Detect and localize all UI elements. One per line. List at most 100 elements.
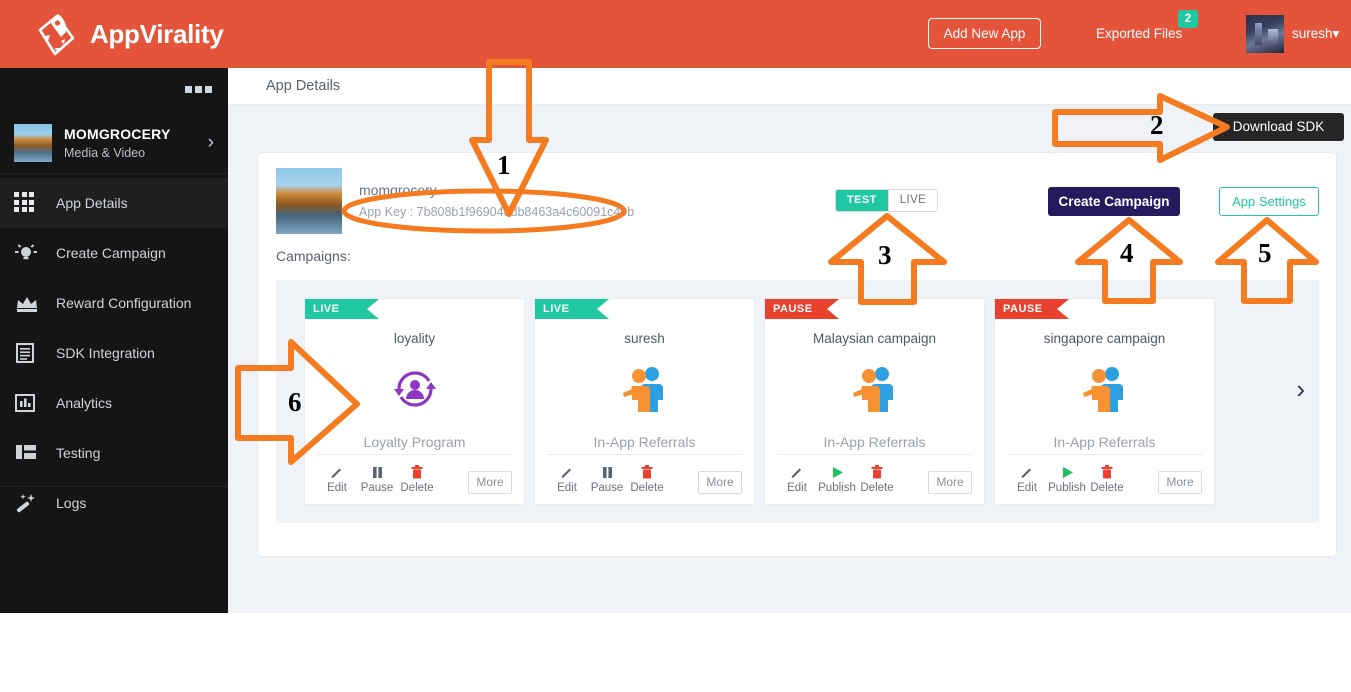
trash-icon	[627, 464, 667, 480]
campaign-card[interactable]: PAUSE Malaysian campaign In-App Referral…	[764, 298, 985, 505]
page-topbar: App Details	[228, 68, 1351, 105]
exported-files-badge: 2	[1178, 10, 1198, 28]
action-label: Publish	[818, 482, 856, 494]
magic-wand-icon	[14, 492, 44, 514]
pause-action[interactable]: Pause	[357, 464, 397, 494]
app-key: App Key : 7b808b1f969048db8463a4c60091c4…	[359, 205, 635, 219]
edit-action[interactable]: Edit	[547, 464, 587, 494]
trash-icon	[397, 464, 437, 480]
campaign-actions: Edit Pause Delete More	[317, 454, 512, 494]
document-icon	[14, 342, 44, 364]
app-details-panel: momgrocery App Key : 7b808b1f969048db846…	[257, 152, 1337, 557]
pencil-icon	[547, 464, 587, 480]
pencil-icon	[1007, 464, 1047, 480]
env-toggle-test[interactable]: TEST	[836, 190, 888, 211]
sidebar-item-create-campaign[interactable]: Create Campaign	[0, 228, 228, 278]
sidebar-item-testing[interactable]: Testing	[0, 428, 228, 478]
delete-action[interactable]: Delete	[857, 464, 897, 494]
sidebar-item-label: Reward Configuration	[56, 295, 192, 311]
env-toggle-live[interactable]: LIVE	[887, 190, 938, 211]
delete-action[interactable]: Delete	[397, 464, 437, 494]
play-icon	[1047, 464, 1087, 480]
env-toggle[interactable]: TEST LIVE	[835, 189, 939, 212]
edit-action[interactable]: Edit	[777, 464, 817, 494]
create-campaign-button[interactable]: Create Campaign	[1048, 187, 1180, 216]
campaign-type: Loyalty Program	[363, 434, 466, 450]
action-label: Delete	[860, 482, 894, 494]
delete-action[interactable]: Delete	[627, 464, 667, 494]
campaign-title: singapore campaign	[1043, 331, 1166, 346]
more-button[interactable]: More	[468, 471, 512, 494]
campaigns-carousel: LIVE loyality Loyalty Program Edit Pause…	[276, 280, 1319, 523]
sidebar-item-label: Create Campaign	[56, 245, 166, 261]
delete-action[interactable]: Delete	[1087, 464, 1127, 494]
sidebar-item-sdk-integration[interactable]: SDK Integration	[0, 328, 228, 378]
sidebar-item-reward-configuration[interactable]: Reward Configuration	[0, 278, 228, 328]
user-menu[interactable]: suresh▾	[1292, 26, 1339, 42]
avatar[interactable]	[1246, 15, 1284, 53]
pause-action[interactable]: Pause	[587, 464, 627, 494]
more-button[interactable]: More	[1158, 471, 1202, 494]
campaign-type: In-App Referrals	[593, 434, 696, 450]
edit-action[interactable]: Edit	[1007, 464, 1047, 494]
app-display-name: momgrocery	[359, 182, 437, 198]
trash-icon	[1087, 464, 1127, 480]
action-label: Pause	[590, 482, 624, 494]
page-title: App Details	[266, 78, 341, 94]
brand-logo[interactable]: AppVirality	[30, 8, 224, 60]
sidebar-item-label: Testing	[56, 445, 101, 461]
sidebar-app-category: Media & Video	[64, 145, 146, 160]
bulb-icon	[14, 242, 44, 264]
status-badge: LIVE	[535, 299, 609, 319]
action-label: Delete	[630, 482, 664, 494]
play-icon	[817, 464, 857, 480]
in-app-referrals-icon	[535, 354, 754, 424]
sidebar: MOMGROCERY Media & Video › App Details C…	[0, 68, 228, 613]
sidebar-divider	[0, 486, 228, 487]
app-root: AppVirality Add New App Exported Files 2…	[0, 0, 1351, 692]
top-header: AppVirality Add New App Exported Files 2…	[0, 0, 1351, 68]
action-label: Edit	[1017, 482, 1037, 494]
app-settings-button[interactable]: App Settings	[1219, 187, 1319, 216]
trash-icon	[857, 464, 897, 480]
download-sdk-button[interactable]: Download SDK	[1213, 113, 1344, 141]
sidebar-item-app-details[interactable]: App Details	[0, 178, 228, 228]
status-badge: PAUSE	[995, 299, 1069, 319]
in-app-referrals-icon	[765, 354, 984, 424]
pencil-icon	[777, 464, 817, 480]
sidebar-item-label: Analytics	[56, 395, 113, 411]
status-badge: LIVE	[305, 299, 379, 319]
pause-icon	[587, 464, 627, 480]
campaign-card[interactable]: PAUSE singapore campaign In-App Referral…	[994, 298, 1215, 505]
sidebar-nav: App Details Create Campaign Reward Confi…	[0, 178, 228, 528]
layout-icon	[14, 442, 44, 464]
chevron-right-icon: ›	[207, 132, 214, 153]
publish-action[interactable]: Publish	[817, 464, 857, 494]
campaign-card[interactable]: LIVE suresh In-App Referrals Edit Pause …	[534, 298, 755, 505]
app-switcher[interactable]: MOMGROCERY Media & Video ›	[0, 112, 228, 174]
sidebar-item-label: SDK Integration	[56, 345, 155, 361]
menu-dots-icon[interactable]	[185, 86, 212, 93]
campaign-actions: Edit Publish Delete More	[777, 454, 972, 494]
carousel-next-icon[interactable]: ›	[1296, 376, 1305, 402]
add-new-app-button[interactable]: Add New App	[928, 18, 1041, 49]
edit-action[interactable]: Edit	[317, 464, 357, 494]
pause-icon	[357, 464, 397, 480]
more-button[interactable]: More	[928, 471, 972, 494]
campaign-actions: Edit Pause Delete More	[547, 454, 742, 494]
username-label: suresh	[1292, 26, 1333, 41]
pencil-icon	[317, 464, 357, 480]
publish-action[interactable]: Publish	[1047, 464, 1087, 494]
campaign-card[interactable]: LIVE loyality Loyalty Program Edit Pause…	[304, 298, 525, 505]
more-button[interactable]: More	[698, 471, 742, 494]
campaign-actions: Edit Publish Delete More	[1007, 454, 1202, 494]
exported-files-link[interactable]: Exported Files	[1096, 26, 1182, 41]
action-label: Delete	[400, 482, 434, 494]
sidebar-app-name: MOMGROCERY	[64, 125, 171, 142]
sidebar-item-analytics[interactable]: Analytics	[0, 378, 228, 428]
action-label: Pause	[360, 482, 394, 494]
loyalty-program-icon	[305, 354, 524, 424]
action-label: Delete	[1090, 482, 1124, 494]
action-label: Publish	[1048, 482, 1086, 494]
campaign-title: loyality	[393, 331, 436, 346]
